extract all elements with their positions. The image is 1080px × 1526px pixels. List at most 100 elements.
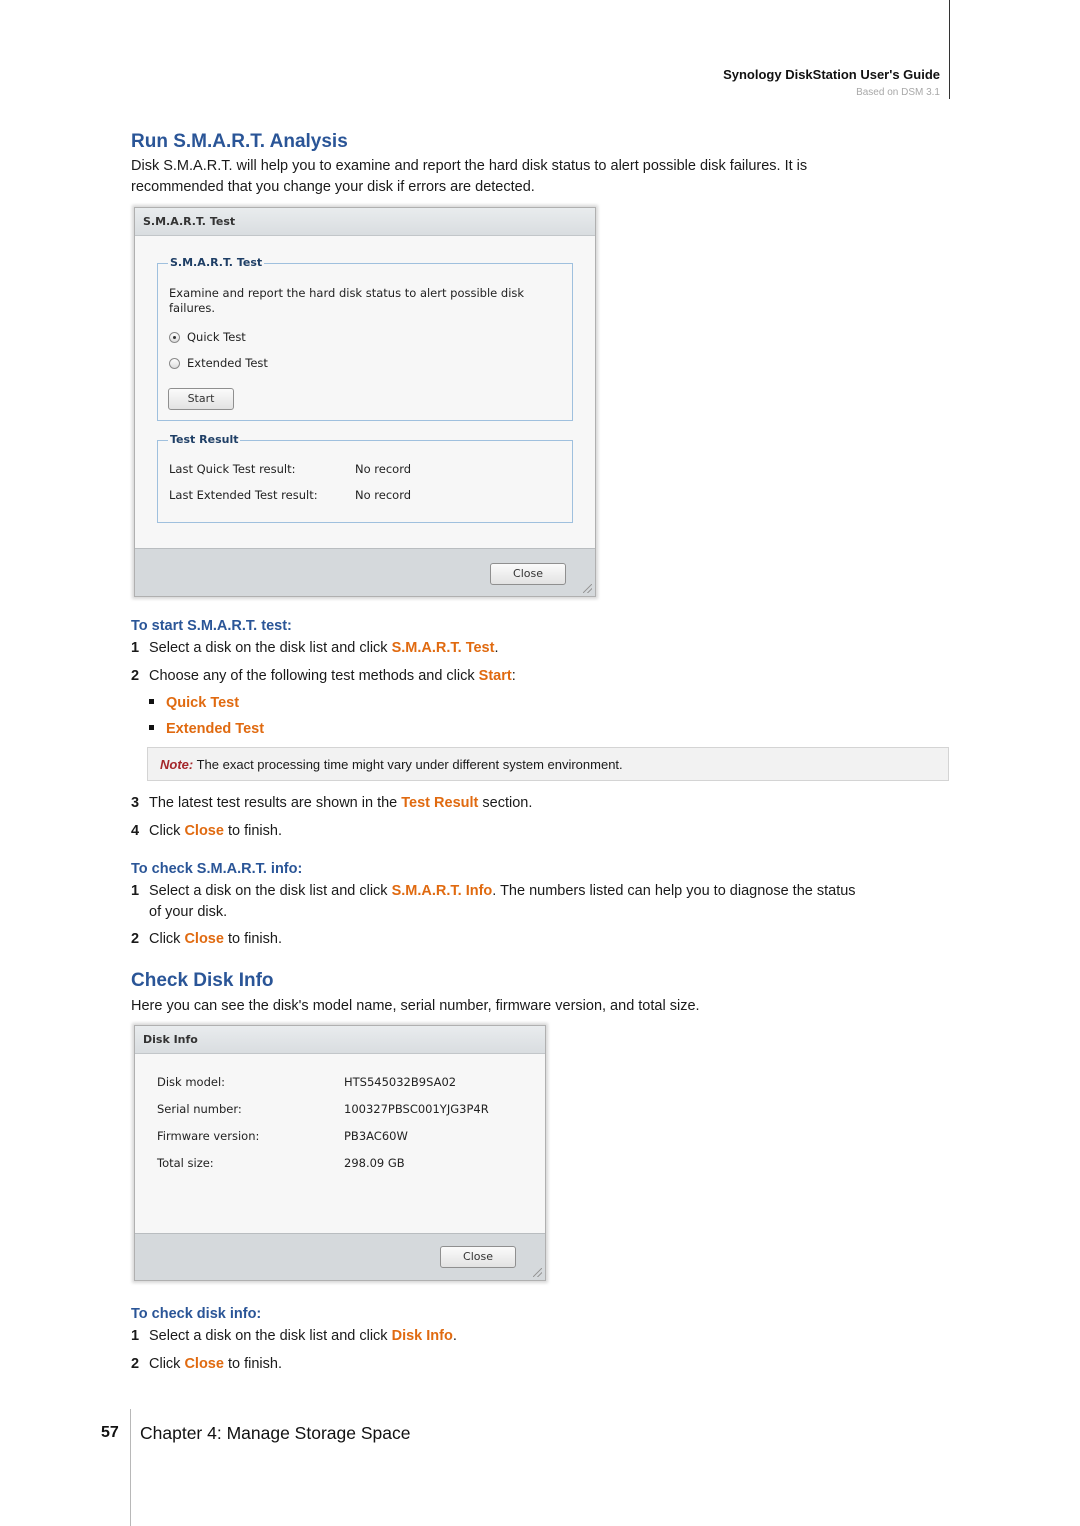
ui-term: Test Result: [401, 795, 479, 811]
start-button[interactable]: Start: [168, 388, 234, 410]
based-on-version: Based on DSM 3.1: [856, 87, 940, 98]
step-text: Choose any of the following test methods…: [149, 668, 479, 684]
step-item: 3 The latest test results are shown in t…: [131, 793, 951, 814]
radio-label: Extended Test: [187, 356, 268, 370]
step-number: 1: [131, 640, 140, 656]
step-text: .: [494, 640, 499, 656]
step-number: 2: [131, 1356, 140, 1372]
smart-test-dialog: S.M.A.R.T. Test S.M.A.R.T. Test Examine …: [134, 207, 596, 597]
guide-title: Synology DiskStation User's Guide: [723, 67, 940, 82]
result-label: Last Extended Test result:: [169, 488, 318, 502]
step-item: 4 Click Close to finish.: [131, 821, 951, 842]
group-legend: S.M.A.R.T. Test: [168, 256, 265, 269]
result-value: No record: [355, 488, 412, 502]
smart-intro-line-2: recommended that you change your disk if…: [131, 179, 535, 195]
smart-intro: Disk S.M.A.R.T. will help you to examine…: [131, 156, 807, 198]
step-text: The latest test results are shown in the: [149, 795, 402, 811]
bullet-text: Quick Test: [166, 695, 240, 711]
footer-rule: [130, 1409, 131, 1526]
test-description-line-1: Examine and report the hard disk status …: [169, 286, 525, 300]
group-legend: Test Result: [168, 433, 241, 446]
step-text: Select a disk on the disk list and click: [149, 640, 392, 656]
result-label: Last Quick Test result:: [169, 462, 296, 476]
dialog-footer: Close: [135, 1233, 545, 1280]
step-text: :: [511, 668, 516, 684]
step-text: Select a disk on the disk list and click: [149, 1328, 392, 1344]
step-item: 1 Select a disk on the disk list and cli…: [131, 1326, 951, 1347]
step-text: Select a disk on the disk list and click: [149, 883, 392, 899]
step-text: to finish.: [223, 823, 282, 839]
howto-heading-disk-info: To check disk info:: [131, 1306, 262, 1322]
ui-term: Close: [184, 931, 224, 947]
bullet-text: Extended Test: [166, 721, 265, 737]
dialog-footer: Close: [135, 548, 595, 596]
header-rule: [949, 0, 950, 99]
note-label: Note:: [160, 757, 194, 772]
step-number: 1: [131, 1328, 140, 1344]
radio-extended-test[interactable]: Extended Test: [169, 356, 369, 372]
info-label: Firmware version:: [157, 1129, 260, 1143]
step-item: 2 Click Close to finish.: [131, 929, 951, 950]
step-text: .: [452, 1328, 457, 1344]
step-text: section.: [478, 795, 533, 811]
section-heading-smart: Run S.M.A.R.T. Analysis: [131, 131, 348, 152]
step-item: 2 Click Close to finish.: [131, 1354, 951, 1375]
note-text: The exact processing time might vary und…: [193, 757, 623, 772]
info-value: PB3AC60W: [344, 1129, 408, 1143]
step-text: Click: [149, 1356, 185, 1372]
disk-info-intro: Here you can see the disk's model name, …: [131, 998, 700, 1014]
test-description-line-2: failures.: [169, 301, 215, 315]
smart-test-group: S.M.A.R.T. Test Examine and report the h…: [157, 256, 573, 421]
ui-term: Close: [184, 823, 224, 839]
step-text: Click: [149, 823, 185, 839]
radio-label: Quick Test: [187, 330, 246, 344]
step-text: of your disk.: [149, 904, 228, 920]
step-number: 2: [131, 931, 140, 947]
bullet-square-icon: [149, 724, 154, 730]
chapter-title: Chapter 4: Manage Storage Space: [140, 1423, 411, 1443]
resize-grip-icon[interactable]: [533, 1268, 542, 1277]
resize-grip-icon[interactable]: [583, 584, 592, 593]
bullet-square-icon: [149, 698, 154, 704]
radio-selected-icon[interactable]: [169, 332, 180, 343]
howto-heading-smart-info: To check S.M.A.R.T. info:: [131, 861, 303, 877]
ui-term: Disk Info: [391, 1328, 453, 1344]
test-description: Examine and report the hard disk status …: [169, 286, 524, 316]
info-value: 298.09 GB: [344, 1156, 405, 1170]
info-value: 100327PBSC001YJG3P4R: [344, 1102, 489, 1116]
bullet-item: Extended Test: [149, 721, 264, 737]
info-label: Total size:: [157, 1156, 214, 1170]
page-number: 57: [101, 1424, 119, 1441]
step-item: 2 Choose any of the following test metho…: [131, 666, 951, 687]
step-text: to finish.: [223, 931, 282, 947]
ui-term: Close: [184, 1356, 224, 1372]
step-text: Click: [149, 931, 185, 947]
section-heading-disk-info: Check Disk Info: [131, 970, 274, 991]
close-button[interactable]: Close: [490, 563, 566, 585]
info-value: HTS545032B9SA02: [344, 1075, 457, 1089]
info-label: Disk model:: [157, 1075, 226, 1089]
smart-intro-line-1: Disk S.M.A.R.T. will help you to examine…: [131, 158, 808, 174]
step-number: 3: [131, 795, 140, 811]
test-result-group: Test Result Last Quick Test result: No r…: [157, 433, 573, 523]
note-box: Note: The exact processing time might va…: [147, 747, 949, 781]
howto-heading-start-test: To start S.M.A.R.T. test:: [131, 618, 292, 634]
ui-term: Start: [478, 668, 512, 684]
radio-unselected-icon[interactable]: [169, 358, 180, 369]
step-item: 1 Select a disk on the disk list and cli…: [131, 881, 951, 923]
ui-term: S.M.A.R.T. Info: [391, 883, 493, 899]
result-value: No record: [355, 462, 412, 476]
step-text: to finish.: [223, 1356, 282, 1372]
disk-info-dialog: Disk Info Disk model: HTS545032B9SA02 Se…: [134, 1025, 546, 1281]
ui-term: S.M.A.R.T. Test: [391, 640, 495, 656]
bullet-item: Quick Test: [149, 695, 239, 711]
radio-quick-test[interactable]: Quick Test: [169, 330, 369, 346]
step-item: 1 Select a disk on the disk list and cli…: [131, 638, 951, 659]
close-button[interactable]: Close: [440, 1246, 516, 1268]
dialog-title: Disk Info: [135, 1026, 545, 1054]
info-label: Serial number:: [157, 1102, 242, 1116]
step-number: 2: [131, 668, 140, 684]
dialog-title: S.M.A.R.T. Test: [135, 208, 595, 236]
step-number: 4: [131, 823, 140, 839]
step-text: . The numbers listed can help you to dia…: [492, 883, 856, 899]
